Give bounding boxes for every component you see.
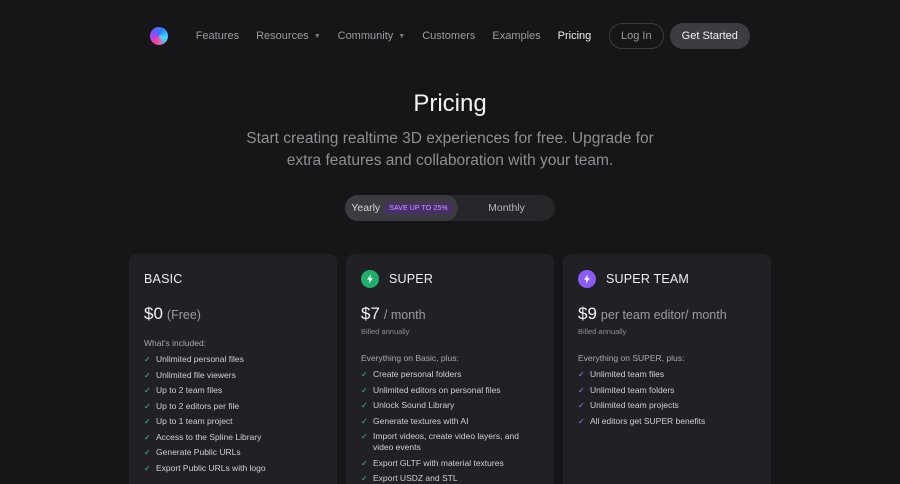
feature-item: ✓ Up to 2 team files (144, 385, 223, 395)
feature-item: ✓ Create personal folders (361, 369, 462, 379)
feature-item: ✓ Unlimited file viewers (144, 369, 236, 380)
plan-period: / month (383, 308, 426, 322)
billing-note: Billed annually (361, 327, 410, 336)
feature-list: ✓ Unlimited team files ✓ Unlimited team fo… (578, 369, 756, 427)
feature-item: ✓ Generate textures with AI (361, 415, 469, 426)
check-icon: ✓ (361, 458, 368, 468)
check-icon: ✓ (144, 463, 151, 473)
included-label: Everything on SUPER, plus: (578, 353, 685, 363)
feature-item: ✓ Up to 2 editors per file (144, 400, 240, 411)
get-started-button[interactable]: Get Started (669, 23, 750, 49)
feature-item: ✓ Generate Public URLs (144, 447, 241, 457)
check-icon: ✓ (144, 448, 151, 457)
feature-item: ✓ Unlimited team projects (578, 400, 679, 410)
feature-item: ✓ Export GLTF with material textures (361, 457, 504, 468)
nav-link-pricing[interactable]: Pricing (558, 30, 592, 42)
check-icon: ✓ (361, 416, 368, 426)
included-label: What's included: (144, 338, 207, 348)
feature-item: ✓ Access to the Spline Library (144, 431, 262, 442)
spline-logo-icon[interactable] (150, 27, 169, 45)
feature-item: ✓ All editors get SUPER benefits (578, 415, 706, 426)
plan-card-basic: BASIC $0 (Free) What's included: ✓ Unlimi… (129, 254, 337, 484)
plan-price: $7 (361, 304, 380, 323)
check-icon: ✓ (144, 386, 151, 395)
billing-option-monthly[interactable]: Monthly (458, 195, 555, 221)
feature-item: ✓ Unlimited team folders (578, 384, 675, 395)
plan-name: BASIC (144, 272, 183, 286)
check-icon: ✓ (361, 432, 368, 441)
plan-name: SUPER TEAM (606, 272, 690, 286)
feature-item: ✓ Unlimited personal files (144, 354, 244, 364)
feature-item: ✓ Up to 1 team project (144, 416, 233, 426)
nav-link-customers[interactable]: Customers (422, 30, 475, 42)
plan-card-super: SUPER $7 / month Billed annually Everyth… (346, 254, 554, 484)
plan-price-row: $0 (Free) (144, 304, 322, 324)
nav-link-resources[interactable]: Resources ▼ (256, 30, 321, 42)
plan-price: $9 (578, 304, 597, 323)
feature-item: ✓ Export USDZ and STL (361, 473, 458, 483)
page-title: Pricing (413, 90, 487, 117)
plan-price: $0 (144, 304, 163, 323)
plan-card-super-team: SUPER TEAM $9 per team editor/ month Bil… (563, 254, 771, 484)
chevron-down-icon: ▼ (398, 32, 406, 40)
check-icon: ✓ (361, 385, 368, 395)
feature-item: ✓ Unlock Sound Library (361, 400, 455, 410)
included-label: Everything on Basic, plus: (361, 353, 459, 363)
check-icon: ✓ (144, 432, 151, 442)
nav-link-features[interactable]: Features (196, 30, 239, 42)
plan-period: (Free) (166, 308, 201, 322)
check-icon: ✓ (578, 385, 585, 395)
check-icon: ✓ (144, 417, 151, 426)
billing-option-yearly[interactable]: Yearly SAVE UP TO 25% (345, 195, 458, 221)
feature-item: ✓ Export Public URLs with logo (144, 462, 266, 473)
plan-price-row: $9 per team editor/ month (578, 304, 756, 324)
check-icon: ✓ (361, 401, 368, 410)
top-nav: Features Resources ▼ Community ▼ Customers… (0, 22, 900, 50)
plan-period: per team editor/ month (600, 308, 727, 322)
feature-item: ✓ Import videos, create video layers, and… (361, 431, 519, 452)
check-icon: ✓ (144, 370, 151, 380)
lightning-icon (578, 270, 596, 288)
nav-link-examples[interactable]: Examples (492, 30, 540, 42)
lightning-icon (361, 270, 379, 288)
chevron-down-icon: ▼ (313, 32, 321, 40)
check-icon: ✓ (578, 401, 585, 410)
feature-list: ✓ Unlimited personal files ✓ Unlimited fil… (144, 354, 322, 474)
plan-name: SUPER (389, 272, 434, 286)
check-icon: ✓ (361, 474, 368, 483)
billing-toggle: Yearly SAVE UP TO 25% Monthly (345, 195, 555, 221)
nav-link-community[interactable]: Community ▼ (338, 30, 406, 42)
plan-price-row: $7 / month (361, 304, 539, 324)
check-icon: ✓ (361, 370, 368, 379)
feature-list: ✓ Create personal folders ✓ Unlimited edit… (361, 369, 539, 484)
login-button[interactable]: Log In (608, 23, 664, 49)
page-subtitle: Start creating realtime 3D experiences f… (246, 130, 654, 169)
feature-item: ✓ Unlimited editors on personal files (361, 384, 501, 395)
save-badge: SAVE UP TO 25% (385, 202, 452, 214)
check-icon: ✓ (144, 401, 151, 411)
check-icon: ✓ (578, 370, 585, 379)
check-icon: ✓ (144, 355, 151, 364)
check-icon: ✓ (578, 416, 585, 426)
feature-item: ✓ Unlimited team files (578, 369, 665, 379)
billing-note: Billed annually (578, 327, 627, 336)
